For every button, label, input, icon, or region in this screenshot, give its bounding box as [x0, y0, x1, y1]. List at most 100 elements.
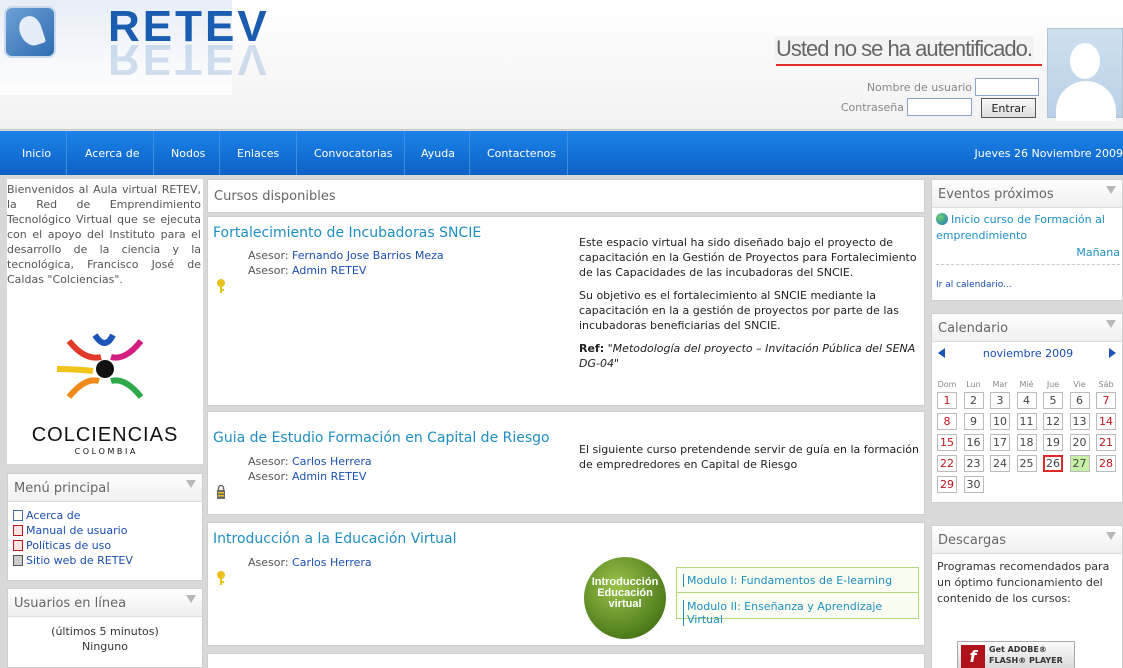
asesor-label: Asesor: [248, 470, 289, 483]
nav-separator [469, 131, 470, 175]
calendar-weekday: Dom [937, 380, 957, 389]
menu-item-sitio[interactable]: Sitio web de RETEV [13, 553, 133, 568]
course-title-link[interactable]: Guia de Estudio Formación en Capital de … [213, 430, 550, 446]
advisor-link[interactable]: Admin RETEV [292, 264, 366, 277]
collapse-icon[interactable] [186, 595, 196, 603]
password-input[interactable] [907, 98, 972, 116]
asesor-label: Asesor: [248, 264, 289, 277]
flash-player-badge[interactable]: f Get ADOBE® FLASH® PLAYER [957, 641, 1075, 668]
flash-icon: f [961, 645, 985, 668]
calendar-link[interactable]: Ir al calendario... [936, 280, 1012, 290]
menu-link-politicas[interactable]: Políticas de uso [26, 539, 111, 552]
downloads-title: Descargas [932, 526, 1122, 554]
collapse-icon[interactable] [1106, 186, 1116, 194]
course-card: Fortalecimiento de Incubadoras SNCIE Ase… [207, 216, 925, 406]
menu-item-politicas[interactable]: Políticas de uso [13, 538, 133, 553]
retev-logo[interactable]: RETEV RETEV [0, 0, 270, 95]
course-card: Guia de Estudio Formación en Capital de … [207, 411, 925, 515]
nav-ayuda[interactable]: Ayuda [421, 147, 455, 160]
online-value: Ninguno [82, 640, 128, 653]
course-title-link[interactable]: Fortalecimiento de Incubadoras SNCIE [213, 225, 481, 241]
calendar-day[interactable]: 7 [1096, 392, 1116, 409]
menu-link-manual[interactable]: Manual de usuario [26, 524, 127, 537]
menu-link-acerca[interactable]: Acerca de [26, 509, 80, 522]
collapse-icon[interactable] [1106, 320, 1116, 328]
nav-separator [404, 131, 405, 175]
downloads-block: Descargas Programas recomendados para un… [931, 525, 1123, 668]
calendar-day[interactable]: 26 [1043, 455, 1063, 472]
calendar-day[interactable]: 4 [1016, 392, 1037, 409]
calendar-day[interactable]: 5 [1043, 392, 1063, 409]
summary-ref: Ref: "Metodología del proyecto – Invitac… [579, 341, 924, 371]
calendar-day[interactable]: 8 [937, 413, 957, 430]
downloads-text: Programas recomendados para un óptimo fu… [937, 560, 1110, 605]
events-title-text: Eventos próximos [938, 187, 1054, 202]
calendar-weekday: Lun [966, 380, 981, 389]
calendar-weekday: Sáb [1098, 380, 1114, 389]
main-menu-list: Acerca de Manual de usuario Políticas de… [13, 508, 133, 568]
nav-nodos[interactable]: Nodos [171, 147, 205, 160]
lock-icon [217, 485, 225, 499]
menu-item-acerca[interactable]: Acerca de [13, 508, 133, 523]
event-divider [936, 264, 1120, 265]
calendar-day[interactable]: 21 [1096, 434, 1116, 451]
calendar-day[interactable]: 24 [990, 455, 1010, 472]
calendar-day[interactable]: 19 [1043, 434, 1063, 451]
nav-inicio[interactable]: Inicio [22, 147, 51, 160]
badge-line: virtual [608, 598, 642, 610]
calendar-day[interactable]: 27 [1069, 455, 1090, 472]
course-title-link[interactable]: Introducción a la Educación Virtual [213, 531, 457, 547]
colciencias-name: COLCIENCIAS [31, 424, 179, 446]
calendar-day[interactable]: 30 [963, 476, 984, 493]
calendar-day[interactable]: 13 [1069, 413, 1090, 430]
calendar-day[interactable]: 28 [1096, 455, 1116, 472]
calendar-day[interactable]: 10 [990, 413, 1010, 430]
login-button[interactable]: Entrar [981, 98, 1036, 118]
calendar-day[interactable]: 18 [1016, 434, 1037, 451]
event-name[interactable]: Inicio curso de Formación al emprendimie… [936, 213, 1105, 242]
menu-link-sitio[interactable]: Sitio web de RETEV [26, 554, 133, 567]
calendar-day[interactable]: 14 [1096, 413, 1116, 430]
nav-acerca-de[interactable]: Acerca de [85, 147, 139, 160]
calendar-day[interactable]: 2 [963, 392, 984, 409]
course-advisor: Asesor: Fernando Jose Barrios Meza [248, 249, 444, 262]
downloads-title-text: Descargas [938, 533, 1007, 548]
nav-separator [153, 131, 154, 175]
calendar-day[interactable]: 12 [1043, 413, 1063, 430]
next-month-icon[interactable] [1109, 348, 1116, 358]
calendar-day[interactable]: 22 [937, 455, 957, 472]
calendar-day[interactable]: 11 [1016, 413, 1037, 430]
calendar-day[interactable]: 20 [1069, 434, 1090, 451]
auth-status: Usted no se ha autentificado. [774, 36, 1034, 62]
menu-item-manual[interactable]: Manual de usuario [13, 523, 133, 538]
collapse-icon[interactable] [186, 480, 196, 488]
key-icon [217, 279, 225, 293]
avatar-head [1070, 43, 1100, 79]
advisor-link[interactable]: Admin RETEV [292, 470, 366, 483]
advisor-link[interactable]: Fernando Jose Barrios Meza [292, 249, 444, 262]
calendar-day[interactable]: 29 [937, 476, 957, 493]
calendar-day[interactable]: 16 [963, 434, 984, 451]
event-item[interactable]: Inicio curso de Formación al emprendimie… [936, 212, 1122, 244]
calendar-day[interactable]: 6 [1069, 392, 1090, 409]
calendar-day[interactable]: 9 [963, 413, 984, 430]
module-link[interactable]: Modulo I: Fundamentos de E-learning [683, 574, 892, 587]
nav-separator [567, 131, 568, 175]
calendar-day[interactable]: 15 [937, 434, 957, 451]
calendar-day[interactable]: 23 [963, 455, 984, 472]
nav-convocatorias[interactable]: Convocatorias [314, 147, 393, 160]
calendar-day[interactable]: 1 [937, 392, 957, 409]
course-card [207, 653, 925, 668]
nav-contactenos[interactable]: Contactenos [487, 147, 556, 160]
calendar-day[interactable]: 25 [1016, 455, 1037, 472]
collapse-icon[interactable] [1106, 532, 1116, 540]
asesor-label: Asesor: [248, 556, 289, 569]
username-input[interactable] [975, 78, 1039, 96]
advisor-link[interactable]: Carlos Herrera [292, 455, 372, 468]
module-link[interactable]: Modulo II: Enseñanza y Aprendizaje Virtu… [683, 600, 918, 626]
advisor-link[interactable]: Carlos Herrera [292, 556, 372, 569]
calendar-day[interactable]: 3 [990, 392, 1010, 409]
calendar-day[interactable]: 17 [990, 434, 1010, 451]
courses-header: Cursos disponibles [207, 179, 925, 213]
nav-enlaces[interactable]: Enlaces [237, 147, 279, 160]
